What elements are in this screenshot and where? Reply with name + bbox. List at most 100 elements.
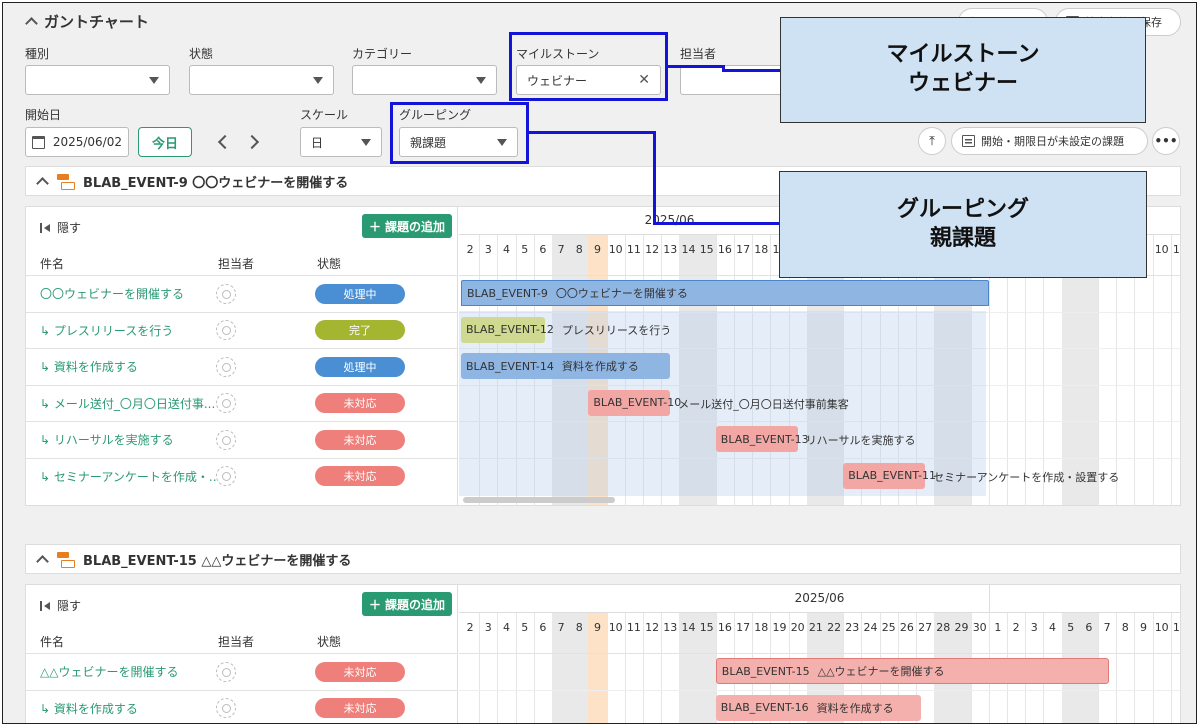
status-badge: 未対応 (315, 661, 405, 682)
day-label: 10 (1154, 243, 1169, 256)
issue-name-link[interactable]: ↳ リハーサルを実施する (40, 431, 216, 448)
gantt-bar-text: 資料を作成する (816, 701, 894, 715)
plus-icon: ＋ (368, 219, 381, 234)
gantt-bar[interactable]: BLAB_EVENT-13 (715, 426, 809, 452)
gantt-header[interactable]: ガントチャート (25, 11, 149, 32)
parent-issue-icon (57, 552, 75, 568)
list-icon (962, 135, 975, 147)
table-row[interactable]: ↳ セミナーアンケートを作成・... 未対応 (26, 457, 458, 494)
avatar-icon (216, 393, 236, 413)
prev-icon[interactable] (217, 134, 233, 150)
scale-label: スケール (300, 108, 349, 122)
table-row[interactable]: △△ウェビナーを開催する 未対応 (26, 653, 458, 689)
table-row[interactable]: ↳ 資料を作成する 未対応 (26, 689, 458, 724)
issue-name-link[interactable]: △△ウェビナーを開催する (40, 663, 216, 680)
day-label: 17 (736, 621, 751, 634)
add-issue-button[interactable]: ＋ 課題の追加 (362, 592, 452, 616)
gantt-bar-text: リハーサルを実施する (805, 434, 916, 447)
issue-name-link[interactable]: ↳ メール送付_〇月〇日送付事... (40, 395, 216, 412)
dropdown-arrow-icon (313, 76, 323, 84)
day-label: 18 (754, 243, 769, 256)
horizontal-scrollbar[interactable] (463, 497, 615, 503)
day-label: 14 (681, 621, 696, 634)
gantt-bar[interactable]: BLAB_EVENT-10 (588, 389, 681, 416)
issue-name-link[interactable]: ↳ 資料を作成する (40, 358, 216, 375)
gantt-bar[interactable]: BLAB_EVENT-16 資料を作成する (715, 694, 922, 721)
day-label: 6 (539, 243, 547, 256)
day-label: 2 (466, 243, 474, 256)
day-label: 8 (575, 243, 583, 256)
table-row[interactable]: 〇〇ウェビナーを開催する 処理中 (26, 275, 458, 311)
table-row[interactable]: ↳ プレスリリースを行う 完了 (26, 311, 458, 348)
type-select[interactable] (25, 65, 170, 95)
col-name-header: 件名 (40, 257, 65, 271)
table-row[interactable]: ↳ リハーサルを実施する 未対応 (26, 421, 458, 457)
status-badge: 未対応 (315, 466, 405, 486)
gantt-bar-key: BLAB_EVENT-9 (467, 286, 548, 300)
grouping-callout-line2: 親課題 (929, 225, 996, 251)
col-status-header: 状態 (317, 635, 342, 649)
issue-list-1: 隠す ＋ 課題の追加 件名 担当者 状態 〇〇ウェビナーを開催する 処理中 ↳ プレ… (26, 207, 458, 505)
category-select[interactable] (352, 65, 497, 95)
issue-name-link[interactable]: ↳ 資料を作成する (40, 700, 216, 717)
month-divider (988, 585, 990, 613)
day-label: 10 (608, 243, 623, 256)
day-label: 8 (575, 621, 583, 634)
day-label: 4 (1048, 621, 1056, 634)
issue-name-link[interactable]: 〇〇ウェビナーを開催する (40, 285, 216, 302)
calendar-icon (32, 135, 45, 149)
day-label: 7 (557, 243, 565, 256)
gantt-chart-2[interactable]: 2025/06 2 3 4 5 6 7 8 9 10 11 12 13 14 15 16 17 18 19 20 21 2… (459, 585, 1180, 723)
gantt-bar[interactable]: BLAB_EVENT-14 資料を作成する (461, 353, 671, 379)
expand-all-button[interactable]: ⤒ (918, 127, 946, 155)
hide-icon (40, 222, 52, 233)
col-assignee-header: 担当者 (218, 257, 255, 271)
gantt-bar[interactable]: BLAB_EVENT-12 プレスリリースを行う (461, 316, 671, 343)
table-row[interactable]: ↳ 資料を作成する 処理中 (26, 348, 458, 384)
unset-dates-button[interactable]: 開始・期限日が未設定の課題 (951, 127, 1148, 155)
more-button[interactable]: ••• (1152, 127, 1180, 155)
today-button[interactable]: 今日 (138, 127, 192, 157)
avatar-icon (216, 283, 236, 304)
milestone-callout-line1: マイルストーン (886, 42, 1040, 68)
gantt-bar[interactable]: BLAB_EVENT-15 △△ウェビナーを開催する (715, 658, 1109, 684)
table-row[interactable]: ↳ メール送付_〇月〇日送付事... 未対応 (26, 384, 458, 421)
hide-button[interactable]: 隠す (40, 597, 81, 614)
add-issue-button[interactable]: ＋ 課題の追加 (362, 214, 452, 238)
start-date-input[interactable]: 2025/06/02 (25, 127, 129, 157)
day-label: 29 (954, 621, 969, 634)
hide-button[interactable]: 隠す (40, 219, 81, 236)
chevron-up-icon[interactable] (25, 17, 38, 30)
chevron-up-icon[interactable] (36, 554, 49, 568)
next-icon[interactable] (244, 134, 260, 150)
day-label: 12 (645, 243, 660, 256)
scale-select[interactable]: 日 (300, 127, 382, 157)
day-label: 9 (1139, 621, 1147, 634)
group-1-title: BLAB_EVENT-9 〇〇ウェビナーを開催する (83, 175, 349, 191)
status-select[interactable] (189, 65, 334, 95)
day-label: 6 (1085, 621, 1093, 634)
day-label: 18 (754, 621, 769, 634)
day-label: 3 (1030, 621, 1038, 634)
day-label: 20 (790, 621, 805, 634)
type-label: 種別 (25, 47, 50, 61)
gantt-bar-text: 〇〇ウェビナーを開催する (555, 287, 688, 300)
day-label: 22 (827, 621, 842, 634)
gantt-bar[interactable]: BLAB_EVENT-9 〇〇ウェビナーを開催する (461, 280, 989, 306)
parent-issue-icon (57, 174, 75, 190)
day-label: 24 (863, 621, 878, 634)
day-label: 10 (608, 621, 623, 634)
day-label: 11 (626, 243, 641, 256)
day-label: 11 (626, 621, 641, 634)
gantt-bar[interactable]: BLAB_EVENT-11 (843, 462, 936, 489)
group-header-2[interactable]: BLAB_EVENT-15 △△ウェビナーを開催する (25, 544, 1181, 574)
issue-name-link[interactable]: ↳ プレスリリースを行う (40, 322, 216, 339)
grouping-callout: グルーピング 親課題 (779, 171, 1147, 278)
issue-name-link[interactable]: ↳ セミナーアンケートを作成・... (40, 468, 216, 485)
day-label: 8 (1121, 621, 1129, 634)
day-label: 3 (484, 621, 492, 634)
add-issue-label: 課題の追加 (385, 597, 446, 612)
status-badge: 処理中 (315, 356, 405, 377)
chevron-up-icon[interactable] (36, 176, 49, 190)
day-label: 15 (699, 243, 714, 256)
